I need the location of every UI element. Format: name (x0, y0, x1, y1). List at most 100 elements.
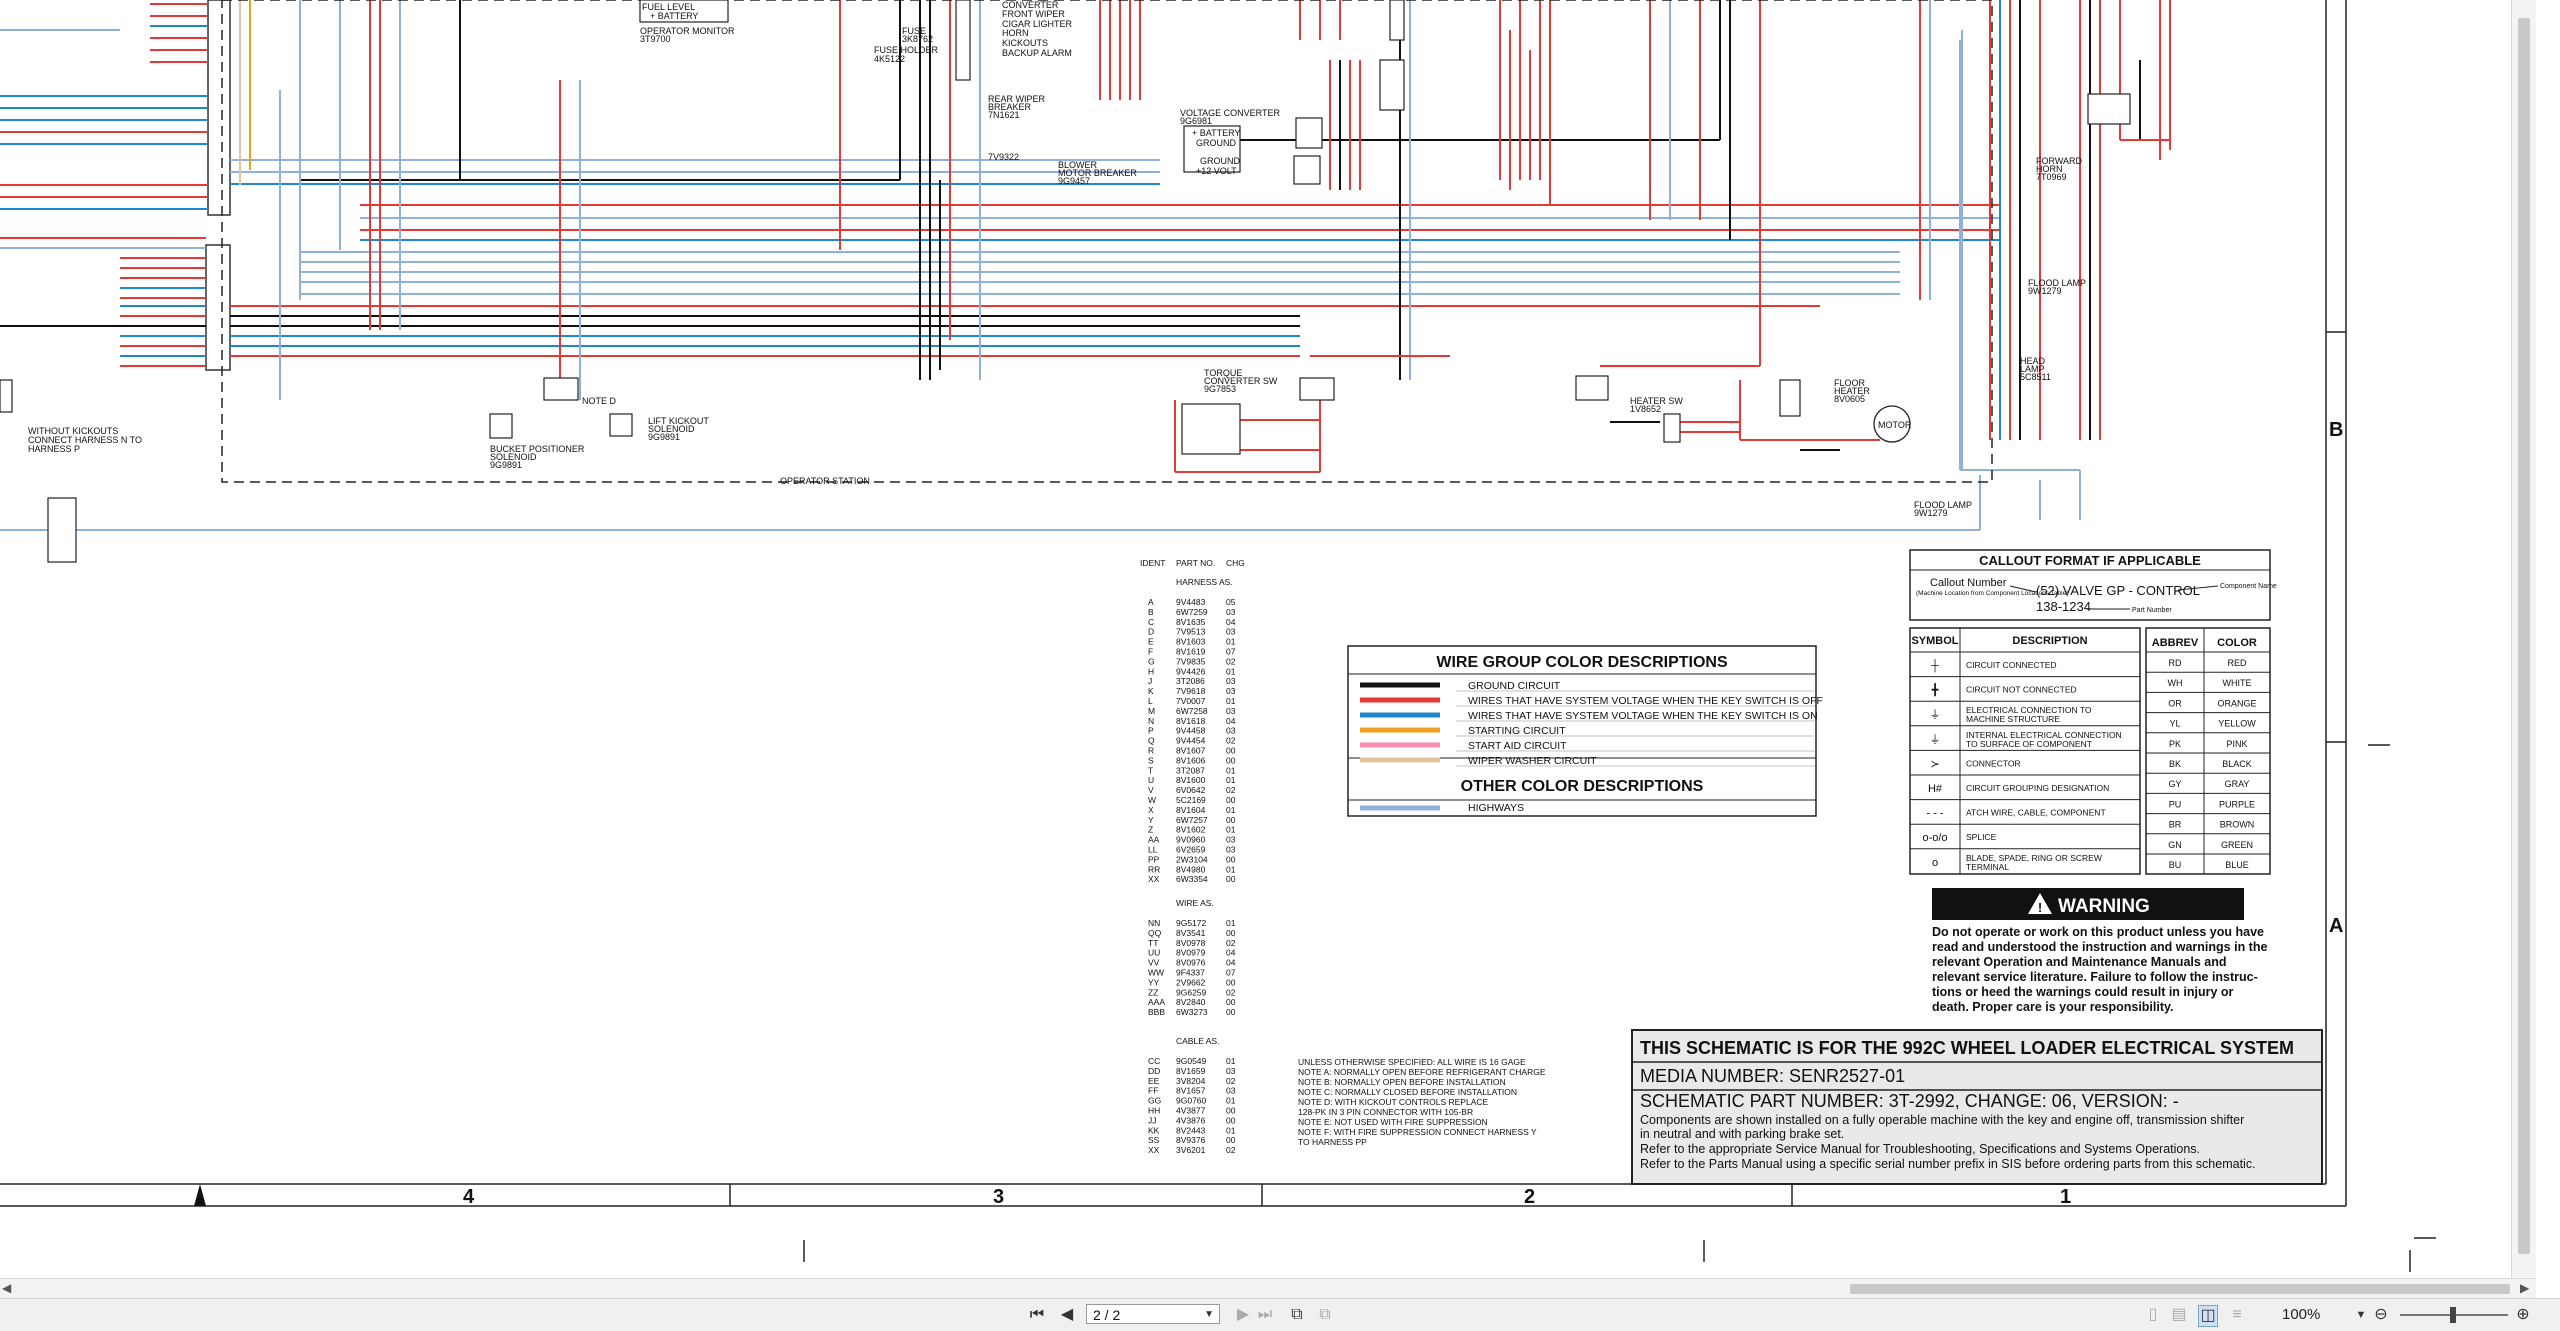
last-page-icon[interactable]: ⏭ (1256, 1305, 1274, 1325)
ident-cell: 9F4337 (1176, 968, 1205, 978)
ident-cell: 05 (1226, 597, 1236, 607)
horizontal-scrollbar[interactable]: ◀ ▶ (0, 1278, 2536, 1299)
ident-cell: KK (1148, 1125, 1160, 1135)
color-header: COLOR (2217, 637, 2257, 649)
zoom-slider[interactable] (2400, 1307, 2508, 1323)
ident-cell: 6W3273 (1176, 1007, 1208, 1017)
zoom-out-icon[interactable]: ⊖ (2372, 1305, 2390, 1325)
zone-label: A (2329, 915, 2343, 937)
symbol-icon: ⏚ (1930, 733, 1941, 746)
ident-cell: 6W7257 (1176, 815, 1208, 825)
document-viewport[interactable]: 4 3 2 1 B A FUEL LEVEL + BATTERY OPERATO… (0, 0, 2536, 1278)
symbol-icon: ╋ (1931, 683, 1939, 697)
ident-section-title: HARNESS AS. (1176, 577, 1233, 587)
zoom-in-icon[interactable]: ⊕ (2514, 1305, 2532, 1325)
scroll-thumb[interactable] (1850, 1284, 2510, 1294)
chevron-down-icon[interactable]: ▼ (1204, 1305, 1214, 1325)
zone-label: B (2329, 419, 2343, 441)
ident-cell: 01 (1226, 1125, 1236, 1135)
scroll-right-icon[interactable]: ▶ (2520, 1281, 2529, 1295)
ident-cell: Z (1148, 825, 1153, 835)
scroll-thumb[interactable] (2518, 18, 2530, 1254)
component-label: + BATTERY (1192, 128, 1240, 138)
ident-cell: 9G6259 (1176, 987, 1207, 997)
ident-cell: 01 (1226, 825, 1236, 835)
chevron-down-icon[interactable]: ▼ (2352, 1305, 2370, 1325)
ident-cell: 01 (1226, 864, 1236, 874)
fit-page-icon[interactable]: ≡ (2228, 1305, 2246, 1325)
page-number-field[interactable]: 2 / 2 ▼ (1086, 1304, 1220, 1324)
warning-text: relevant service literature. Failure to … (1932, 970, 2258, 984)
vertical-scrollbar[interactable] (2511, 0, 2536, 1278)
component-label: 7T0969 (2036, 172, 2067, 182)
component-label: + BATTERY (650, 11, 698, 21)
legend-item-label: STARTING CIRCUIT (1468, 725, 1566, 737)
ident-cell: QQ (1148, 928, 1162, 938)
zone-label: 4 (463, 1186, 475, 1208)
symbol-icon: ⏚ (1930, 708, 1941, 721)
ident-cell: B (1148, 607, 1154, 617)
symbol-description: SPLICE (1966, 832, 1997, 842)
ident-cell: A (1148, 597, 1154, 607)
component-label: 3T9700 (640, 34, 671, 44)
symbol-description: TO SURFACE OF COMPONENT (1966, 739, 2092, 749)
callout-example: (52) VALVE GP - CONTROL (2036, 583, 2200, 598)
scroll-left-icon[interactable]: ◀ (2, 1281, 11, 1295)
zoom-slider-knob[interactable] (2450, 1307, 2456, 1323)
ident-cell: 8V9376 (1176, 1135, 1206, 1145)
ident-table: IDENT PART NO. CHGHARNESS AS.A 9V4483 05B 6W7… (1140, 558, 1245, 1155)
previous-page-icon[interactable]: ◀ (1058, 1305, 1076, 1325)
warning-text: relevant Operation and Maintenance Manua… (1932, 955, 2227, 969)
color-abbrev: BR (2169, 820, 2182, 830)
single-page-view-icon[interactable]: ▯ (2144, 1305, 2162, 1325)
color-name: RED (2227, 658, 2247, 668)
ident-cell: 03 (1226, 706, 1236, 716)
next-view-icon[interactable]: ⧉ (1316, 1305, 1334, 1325)
ident-cell: 02 (1226, 938, 1236, 948)
warning-box: ! WARNING Do not operate or work on this… (1932, 888, 2267, 1014)
previous-view-icon[interactable]: ⧉ (1288, 1305, 1306, 1325)
ident-cell: 8V1600 (1176, 775, 1206, 785)
ident-cell: 6W7258 (1176, 706, 1208, 716)
facing-pages-view-icon[interactable]: ◫ (2198, 1305, 2218, 1327)
schematic-drawing: 4 3 2 1 B A FUEL LEVEL + BATTERY OPERATO… (0, 0, 2436, 1272)
operator-station-label: OPERATOR STATION (780, 476, 870, 486)
component-label: 9G9891 (648, 432, 680, 442)
ident-cell: 9V4483 (1176, 597, 1206, 607)
ident-cell: 03 (1226, 845, 1236, 855)
ident-cell: 9G0549 (1176, 1056, 1207, 1066)
ident-cell: 03 (1226, 726, 1236, 736)
next-page-icon[interactable]: ▶ (1234, 1305, 1252, 1325)
ident-cell: 8V0976 (1176, 958, 1206, 968)
ident-cell: 7V9618 (1176, 686, 1206, 696)
wire-note: NOTE C: NORMALLY CLOSED BEFORE INSTALLAT… (1298, 1087, 1517, 1097)
callout-title: CALLOUT FORMAT IF APPLICABLE (1979, 553, 2201, 568)
ident-cell: 4V3876 (1176, 1115, 1206, 1125)
wire-note: NOTE E: NOT USED WITH FIRE SUPPRESSION (1298, 1117, 1488, 1127)
ident-cell: 03 (1226, 627, 1236, 637)
ident-cell: 00 (1226, 746, 1236, 756)
symbol-description: ATCH WIRE, CABLE, COMPONENT (1966, 808, 2106, 818)
component-label: 9G9891 (490, 460, 522, 470)
continuous-view-icon[interactable]: ▤ (2170, 1305, 2188, 1325)
ident-cell: S (1148, 755, 1154, 765)
component-label: MOTOR (1878, 420, 1912, 430)
viewer-toolbar: ⏮ ◀ 2 / 2 ▼ ▶ ⏭ ⧉ ⧉ ▯ ▤ ◫ ≡ 100% ▼ ⊖ ⊕ (0, 1298, 2560, 1331)
title-note: Components are shown installed on a full… (1640, 1113, 2244, 1127)
wire-note: TO HARNESS PP (1298, 1137, 1367, 1147)
component-label: 9W1279 (2028, 286, 2062, 296)
ident-cell: YY (1148, 977, 1160, 987)
wire-note: UNLESS OTHERWISE SPECIFIED: ALL WIRE IS … (1298, 1057, 1526, 1067)
first-page-icon[interactable]: ⏮ (1028, 1305, 1046, 1325)
ident-cell: D (1148, 627, 1154, 637)
ident-cell: J (1148, 676, 1152, 686)
ident-cell: 00 (1226, 928, 1236, 938)
ident-cell: 8V1606 (1176, 755, 1206, 765)
symbol-description: CONNECTOR (1966, 758, 2021, 768)
color-name: BLUE (2225, 860, 2249, 870)
ident-cell: 07 (1226, 968, 1236, 978)
ident-cell: 00 (1226, 1135, 1236, 1145)
ident-cell: 02 (1226, 785, 1236, 795)
ident-cell: 8V1607 (1176, 746, 1206, 756)
zone-marker-arrow (194, 1184, 206, 1206)
